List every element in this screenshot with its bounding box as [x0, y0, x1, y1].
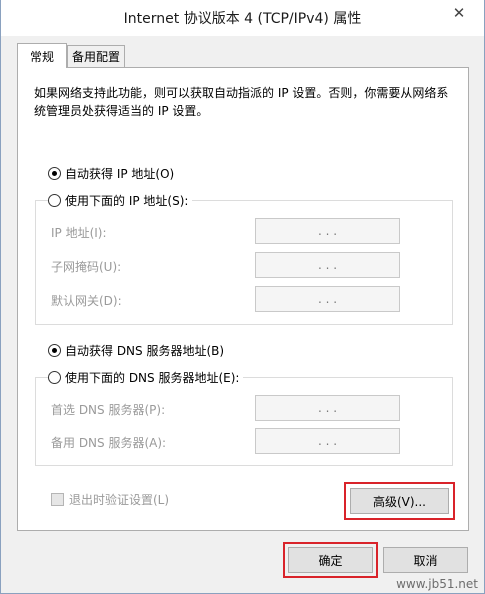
- close-icon: ✕: [452, 4, 466, 22]
- auto-dns-label: 自动获得 DNS 服务器地址(B): [65, 344, 225, 358]
- validate-settings-checkbox[interactable]: 退出时验证设置(L): [51, 491, 169, 508]
- window-title: Internet 协议版本 4 (TCP/IPv4) 属性: [123, 11, 362, 27]
- radio-indicator[interactable]: [48, 371, 61, 384]
- subnet-mask-value: . . .: [317, 258, 338, 272]
- ip-address-input[interactable]: . . .: [255, 218, 400, 244]
- advanced-button[interactable]: 高级(V)...: [350, 488, 449, 514]
- validate-settings-label: 退出时验证设置(L): [69, 493, 170, 507]
- radio-indicator[interactable]: [48, 194, 61, 207]
- cancel-button[interactable]: 取消: [383, 547, 468, 573]
- preferred-dns-input[interactable]: . . .: [255, 395, 400, 421]
- description-text: 如果网络支持此功能，则可以获取自动指派的 IP 设置。否则，你需要从网络系统管理…: [34, 86, 449, 118]
- radio-indicator[interactable]: [48, 167, 61, 180]
- preferred-dns-value: . . .: [317, 401, 338, 415]
- manual-ip-label: 使用下面的 IP 地址(S):: [65, 194, 189, 208]
- manual-ip-radio[interactable]: 使用下面的 IP 地址(S):: [48, 192, 193, 209]
- ip-address-value: . . .: [317, 224, 338, 238]
- manual-dns-radio[interactable]: 使用下面的 DNS 服务器地址(E):: [48, 369, 244, 386]
- auto-dns-radio[interactable]: 自动获得 DNS 服务器地址(B): [48, 342, 224, 359]
- dialog-window: Internet 协议版本 4 (TCP/IPv4) 属性 ✕ 常规 备用配置 …: [0, 0, 485, 594]
- auto-ip-radio[interactable]: 自动获得 IP 地址(O): [48, 165, 174, 182]
- subnet-mask-label: 子网掩码(U):: [51, 260, 122, 274]
- default-gateway-value: . . .: [317, 292, 338, 306]
- default-gateway-input[interactable]: . . .: [255, 286, 400, 312]
- subnet-mask-input[interactable]: . . .: [255, 252, 400, 278]
- alternate-dns-label: 备用 DNS 服务器(A):: [51, 436, 167, 450]
- close-button[interactable]: ✕: [444, 2, 474, 24]
- checkbox-indicator[interactable]: [51, 493, 64, 506]
- ip-address-label: IP 地址(I):: [51, 226, 107, 240]
- alternate-dns-value: . . .: [317, 434, 338, 448]
- watermark-text: www.jb51.net: [396, 577, 478, 591]
- alternate-dns-input[interactable]: . . .: [255, 428, 400, 454]
- radio-indicator[interactable]: [48, 344, 61, 357]
- auto-ip-label: 自动获得 IP 地址(O): [65, 167, 175, 181]
- tab-alternate-config[interactable]: 备用配置: [67, 45, 125, 67]
- title-bar: Internet 协议版本 4 (TCP/IPv4) 属性 ✕: [1, 0, 484, 36]
- preferred-dns-label: 首选 DNS 服务器(P):: [51, 403, 166, 417]
- general-tab-panel: 如果网络支持此功能，则可以获取自动指派的 IP 设置。否则，你需要从网络系统管理…: [17, 67, 469, 531]
- ok-button[interactable]: 确定: [288, 547, 373, 573]
- tab-general[interactable]: 常规: [17, 43, 67, 68]
- default-gateway-label: 默认网关(D):: [51, 294, 122, 308]
- manual-dns-label: 使用下面的 DNS 服务器地址(E):: [65, 371, 240, 385]
